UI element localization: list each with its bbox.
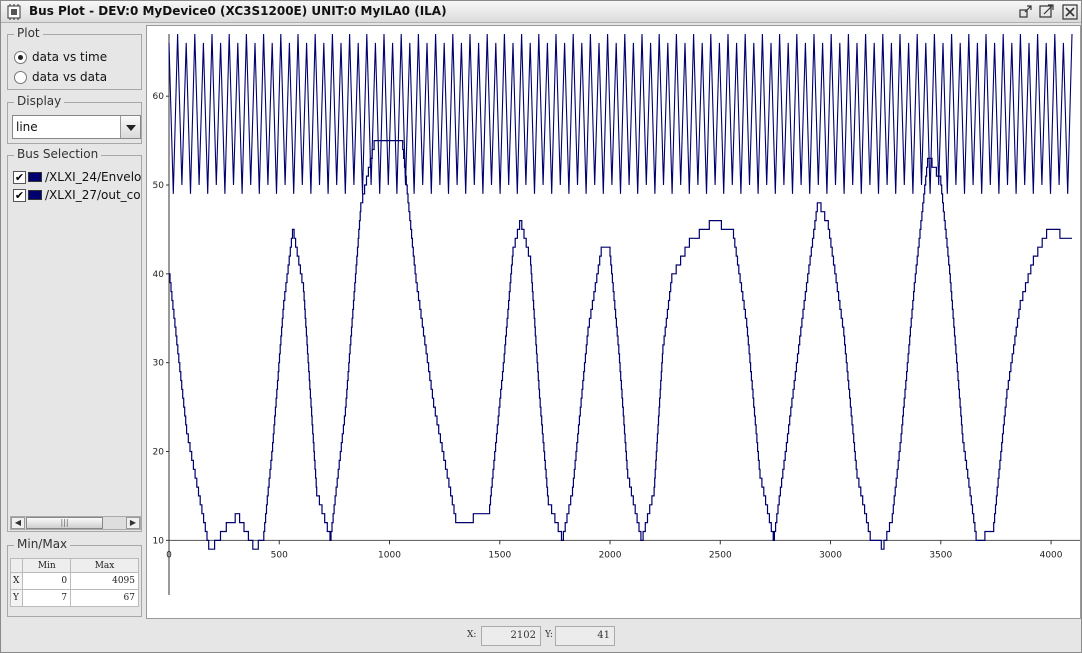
bus-selection-title: Bus Selection: [14, 147, 102, 161]
bus-plot-chart[interactable]: 10 20 30 40 50 60 0 500 1000 1500 2000 2500 3000 3500…: [147, 26, 1080, 618]
x-min-cell[interactable]: 0: [22, 572, 72, 590]
x-tick-label: 4000: [1040, 550, 1063, 560]
x-tick-label: 3000: [819, 550, 842, 560]
radio-data-vs-data[interactable]: data vs data: [14, 68, 107, 86]
minimize-icon[interactable]: [1016, 3, 1034, 21]
minmax-title: Min/Max: [14, 537, 71, 551]
x-coord-label: X:: [467, 630, 477, 640]
row-label: X: [9, 572, 24, 590]
bus-color-swatch[interactable]: [28, 190, 42, 200]
plot-area[interactable]: 10 20 30 40 50 60 0 500 1000 1500 2000 2500 3000 3500…: [146, 25, 1081, 619]
x-tick-label: 1500: [488, 550, 511, 560]
bus-selection-group: Bus Selection ✔ /XLXI_24/Envelope ✔ /XLX…: [7, 147, 142, 532]
table-row: X 0 4095: [9, 572, 139, 590]
bus-item-envelope[interactable]: ✔ /XLXI_24/Envelope: [13, 169, 141, 185]
radio-label: data vs data: [32, 70, 108, 84]
scroll-left-icon[interactable]: ◀: [11, 517, 25, 529]
bus-plot-window: Bus Plot - DEV:0 MyDevice0 (XC3S1200E) U…: [0, 0, 1082, 653]
radio-label: data vs time: [32, 50, 108, 64]
status-bar: X: 2102 Y: 41: [1, 621, 1081, 652]
bus-list: ✔ /XLXI_24/Envelope ✔ /XLXI_27/out_cos: [10, 166, 141, 530]
y-tick-label: 20: [153, 448, 165, 458]
radio-button[interactable]: [14, 70, 27, 84]
table-corner: [9, 558, 24, 573]
scrollbar-thumb[interactable]: |||: [26, 517, 103, 529]
series-line-envelope: [169, 140, 1072, 550]
horizontal-scrollbar[interactable]: ◀ ||| ▶: [10, 516, 141, 530]
plot-group-title: Plot: [14, 26, 43, 40]
x-tick-label: 1000: [378, 550, 401, 560]
bus-checkbox[interactable]: ✔: [13, 188, 26, 202]
scroll-right-icon[interactable]: ▶: [126, 517, 140, 529]
radio-button[interactable]: [14, 50, 27, 64]
maximize-icon[interactable]: [1037, 3, 1055, 21]
display-group-title: Display: [14, 94, 65, 108]
x-tick-label: 500: [271, 550, 288, 560]
x-tick-label: 2500: [709, 550, 732, 560]
x-coord-value: 2102: [481, 626, 541, 646]
display-group: Display line: [7, 94, 142, 144]
y-tick-label: 10: [153, 536, 165, 546]
y-min-cell[interactable]: 7: [22, 589, 72, 607]
display-mode-select[interactable]: line: [12, 115, 141, 139]
x-tick-label: 3500: [929, 550, 952, 560]
bus-item-out-cos[interactable]: ✔ /XLXI_27/out_cos: [13, 187, 141, 203]
minmax-table: Min Max X 0 4095 Y 7 67: [9, 558, 139, 607]
row-label: Y: [9, 589, 24, 607]
y-tick-label: 50: [153, 181, 165, 191]
x-max-cell[interactable]: 4095: [70, 572, 139, 590]
control-panel: Plot data vs time data vs data Display l…: [4, 25, 143, 617]
y-coord-value: 41: [555, 626, 615, 646]
chip-icon[interactable]: [6, 4, 22, 20]
display-mode-value: line: [16, 120, 38, 134]
window-title: Bus Plot - DEV:0 MyDevice0 (XC3S1200E) U…: [29, 4, 447, 18]
bus-label: /XLXI_27/out_cos: [45, 188, 141, 202]
title-bar[interactable]: Bus Plot - DEV:0 MyDevice0 (XC3S1200E) U…: [1, 1, 1081, 23]
bus-checkbox[interactable]: ✔: [13, 170, 26, 184]
chevron-down-icon[interactable]: [120, 116, 140, 138]
y-tick-label: 60: [153, 92, 165, 102]
table-row: Y 7 67: [9, 589, 139, 607]
y-tick-label: 30: [153, 359, 165, 369]
radio-data-vs-time[interactable]: data vs time: [14, 48, 107, 66]
y-tick-label: 40: [153, 270, 165, 280]
y-coord-label: Y:: [545, 630, 553, 640]
minmax-group: Min/Max Min Max X 0 4095 Y 7 67: [7, 537, 142, 617]
plot-group: Plot data vs time data vs data: [7, 26, 142, 90]
x-tick-label: 2000: [599, 550, 622, 560]
bus-color-swatch[interactable]: [28, 172, 42, 182]
bus-label: /XLXI_24/Envelope: [45, 170, 141, 184]
min-header: Min: [22, 558, 72, 573]
close-icon[interactable]: [1061, 3, 1079, 21]
max-header: Max: [70, 558, 139, 573]
y-max-cell[interactable]: 67: [70, 589, 139, 607]
x-tick-label: 0: [166, 550, 172, 560]
